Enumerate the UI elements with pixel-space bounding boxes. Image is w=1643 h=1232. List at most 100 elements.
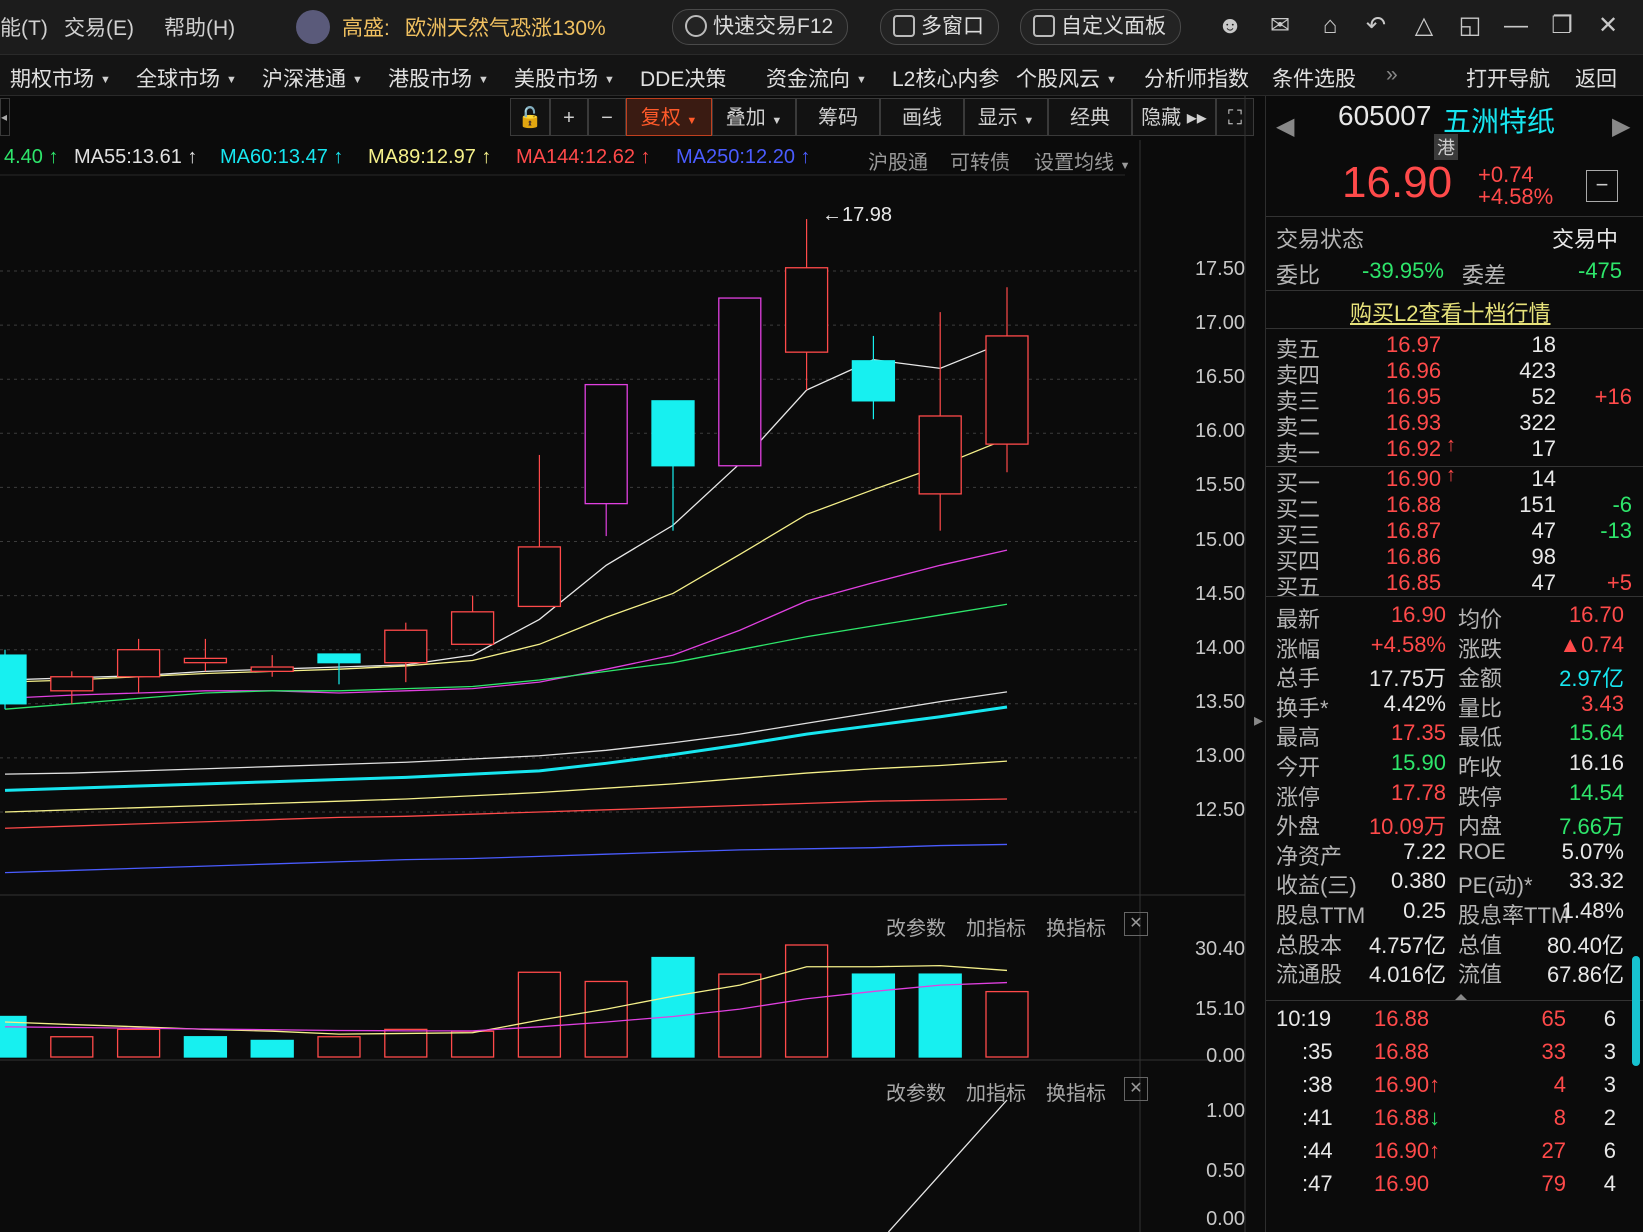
stat-label: PE(动)* <box>1458 873 1533 899</box>
close-icon[interactable]: ✕ <box>1124 912 1148 936</box>
stock-name[interactable]: 五洲特纸 <box>1443 100 1555 140</box>
ind-change-params[interactable]: 改参数 <box>886 1077 946 1106</box>
arrow-up-icon: ↑ <box>1446 464 1456 486</box>
prev-stock-icon[interactable]: ◀ <box>1276 112 1294 141</box>
sell-order-row[interactable]: 卖四 16.96 423 <box>1266 358 1643 388</box>
stat-value: 15.64 <box>1568 720 1624 746</box>
order-price: 16.87 <box>1386 518 1442 543</box>
stock-code: 605007 <box>1338 100 1432 131</box>
tick-count: 4 <box>1603 1171 1616 1196</box>
price-axis-label: 15.50 <box>1194 474 1245 497</box>
nav-more-icon[interactable]: » <box>1386 63 1398 87</box>
stat-label: 涨幅 <box>1276 636 1321 662</box>
l2-purchase-link[interactable]: 购买L2查看十档行情 <box>1350 296 1550 328</box>
tick-price: 16.90 <box>1374 1171 1430 1196</box>
restore-layout-icon[interactable]: ◱ <box>1456 12 1484 40</box>
vol-change-params[interactable]: 改参数 <box>886 912 946 941</box>
stat-value: 16.70 <box>1568 602 1624 627</box>
stats-row: 总手 17.75万 金额 2.97亿 <box>1266 661 1643 691</box>
order-volume: 151 <box>1519 492 1556 517</box>
buy-order-row[interactable]: 买二 16.88 151 -6 <box>1266 492 1643 522</box>
sell-order-row[interactable]: 卖二 16.93 322 <box>1266 410 1643 440</box>
stats-row: 外盘 10.09万 内盘 7.66万 <box>1266 809 1643 839</box>
kline-chart[interactable] <box>0 0 1258 1232</box>
ind-switch-indicator[interactable]: 换指标 <box>1046 1077 1106 1106</box>
ind-add-indicator[interactable]: 加指标 <box>966 1077 1026 1106</box>
stat-label: 流值 <box>1458 962 1503 988</box>
volume-bar <box>183 1036 228 1058</box>
volume-bar <box>317 1036 361 1058</box>
price-axis-label: 14.50 <box>1194 582 1245 605</box>
stat-value: 4.757亿 <box>1368 932 1446 958</box>
volume-bar <box>517 971 562 1058</box>
sell-order-row[interactable]: 卖一 16.92 ↑ 17 <box>1266 434 1643 466</box>
tick-row[interactable]: :38 16.90↑ 4 3 <box>1266 1072 1626 1102</box>
indicator-line <box>887 1099 1008 1232</box>
tick-row[interactable]: 10:19 16.88 65 6 <box>1266 1006 1626 1036</box>
next-stock-icon[interactable]: ▶ <box>1612 112 1630 141</box>
tick-count: 6 <box>1603 1006 1616 1031</box>
mail-icon[interactable]: ✉ <box>1266 12 1294 40</box>
buy-order-row[interactable]: 买三 16.87 47 -13 <box>1266 518 1643 548</box>
ma-line-ma60 <box>4 705 1008 792</box>
high-price-marker: ←17.98 <box>822 204 893 226</box>
volume-bar <box>450 1030 495 1058</box>
candle-body <box>450 611 495 645</box>
shirt-icon[interactable]: △ <box>1410 12 1438 40</box>
stat-label: 昨收 <box>1458 755 1503 780</box>
tick-row[interactable]: :47 16.90 79 4 <box>1266 1171 1626 1201</box>
tick-row[interactable]: :41 16.88↓ 8 2 <box>1266 1105 1626 1135</box>
close-icon[interactable]: ✕ <box>1124 1077 1148 1101</box>
stats-row: 最高 17.35 最低 15.64 <box>1266 720 1643 750</box>
collapse-icon[interactable]: − <box>1586 170 1618 202</box>
open-navigation-button[interactable]: 打开导航 <box>1466 63 1550 93</box>
scrollbar[interactable] <box>1632 956 1640 1066</box>
close-icon[interactable]: ✕ <box>1594 12 1622 40</box>
stat-label: 涨跌 <box>1458 636 1503 662</box>
tick-volume: 79 <box>1541 1171 1566 1196</box>
panel-collapse-handle[interactable]: ▸ <box>1254 690 1264 750</box>
stats-row: 涨幅 +4.58% 涨跌 ▲0.74 <box>1266 631 1643 662</box>
tick-row[interactable]: :44 16.90↑ 27 6 <box>1266 1138 1626 1168</box>
home-icon[interactable]: ⌂ <box>1316 12 1344 40</box>
stat-value: 67.86亿 <box>1546 962 1624 988</box>
stat-value: +4.58% <box>1370 631 1446 657</box>
maximize-icon[interactable]: ❐ <box>1548 12 1576 40</box>
arrow-down-icon: ↓ <box>1429 1105 1441 1130</box>
price-axis-label: 16.50 <box>1194 366 1245 389</box>
stat-value: 2.97亿 <box>1559 666 1624 692</box>
buy-order-row[interactable]: 买一 16.90 ↑ 14 <box>1266 464 1643 496</box>
volume-bar <box>651 956 695 1058</box>
back-button[interactable]: 返回 <box>1575 63 1617 93</box>
tick-row[interactable]: :35 16.88 33 3 <box>1266 1039 1626 1069</box>
nav-stock-screener[interactable]: 条件选股 <box>1272 63 1356 93</box>
stat-label: 换手* <box>1276 695 1329 721</box>
buy-order-row[interactable]: 买四 16.86 98 <box>1266 544 1643 574</box>
stat-value: 3.43 <box>1581 690 1624 716</box>
order-price: 16.92 <box>1386 436 1442 461</box>
stats-row: 涨停 17.78 跌停 14.54 <box>1266 779 1643 810</box>
stat-label: 总值 <box>1458 932 1503 958</box>
volume-bar <box>250 1039 294 1058</box>
volume-bar <box>851 973 896 1058</box>
stat-label: 流通股 <box>1276 962 1343 988</box>
sell-order-row[interactable]: 卖五 16.97 18 <box>1266 332 1643 362</box>
stats-row: 股息TTM 0.25 股息率TTM 1.48% <box>1266 898 1643 928</box>
stat-value: 14.54 <box>1568 779 1624 805</box>
tick-volume: 33 <box>1541 1039 1566 1064</box>
order-price: 16.95 <box>1386 384 1442 409</box>
candle-body <box>384 629 428 664</box>
stats-row: 今开 15.90 昨收 16.16 <box>1266 750 1643 780</box>
tick-volume: 65 <box>1541 1006 1566 1031</box>
vol-add-indicator[interactable]: 加指标 <box>966 912 1026 941</box>
quote-panel: ◀ 605007 五洲特纸 ▶ 港 16.90 +0.74 +4.58% − 交… <box>1265 96 1643 1232</box>
vol-switch-indicator[interactable]: 换指标 <box>1046 912 1106 941</box>
divider <box>1266 290 1643 291</box>
undo-icon[interactable]: ↶ <box>1362 12 1390 40</box>
divider <box>1266 466 1643 467</box>
buy-order-row[interactable]: 买五 16.85 47 +5 <box>1266 570 1643 600</box>
tick-price: 16.88 <box>1374 1039 1430 1064</box>
weicha-value: -475 <box>1578 258 1623 283</box>
minimize-icon[interactable]: — <box>1502 12 1530 40</box>
sell-order-row[interactable]: 卖三 16.95 52 +16 <box>1266 384 1643 414</box>
